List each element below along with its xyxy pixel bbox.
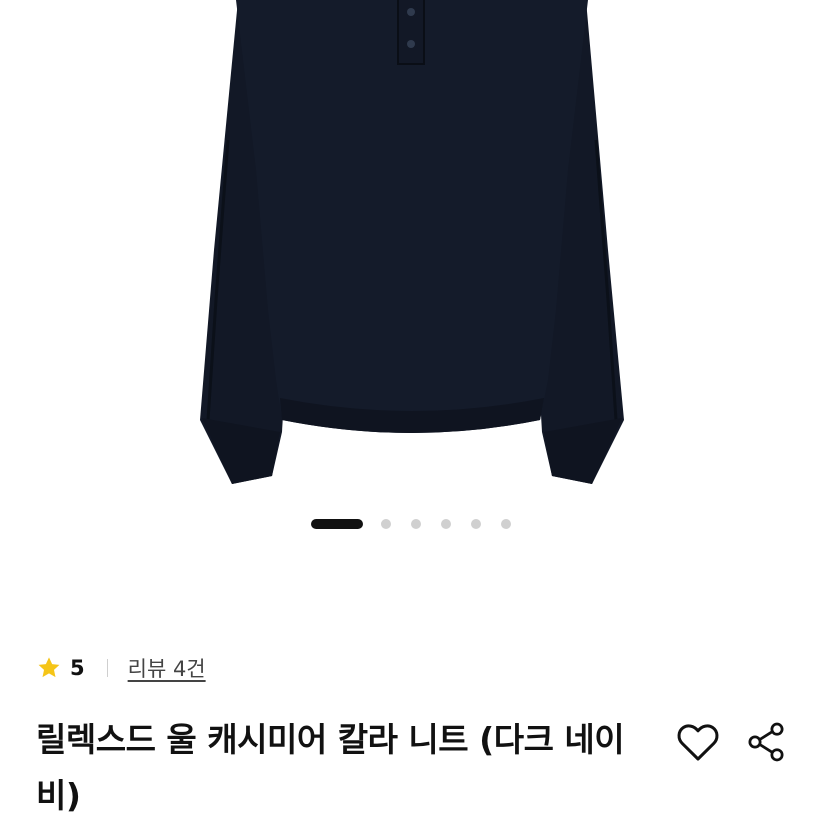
sweater-image xyxy=(200,0,624,484)
divider xyxy=(106,659,108,677)
share-icon[interactable] xyxy=(744,720,788,764)
product-title: 릴렉스드 울 캐시미어 칼라 니트 (다크 네이비) xyxy=(36,720,625,815)
image-carousel-indicator[interactable] xyxy=(0,517,824,531)
carousel-dot[interactable] xyxy=(471,519,481,529)
star-icon xyxy=(38,657,60,678)
rating-score: 5 xyxy=(70,656,85,680)
carousel-dot[interactable] xyxy=(381,519,391,529)
carousel-dot[interactable] xyxy=(501,519,511,529)
heart-icon[interactable] xyxy=(674,718,722,766)
product-image[interactable] xyxy=(0,0,824,500)
carousel-dot-active[interactable] xyxy=(311,519,363,529)
product-title-row: 릴렉스드 울 캐시미어 칼라 니트 (다크 네이비) xyxy=(36,712,796,824)
carousel-dot[interactable] xyxy=(441,519,451,529)
rating-row: 5 리뷰 4건 xyxy=(36,650,206,686)
review-count-link[interactable]: 리뷰 4건 xyxy=(128,653,206,683)
carousel-dot[interactable] xyxy=(411,519,421,529)
